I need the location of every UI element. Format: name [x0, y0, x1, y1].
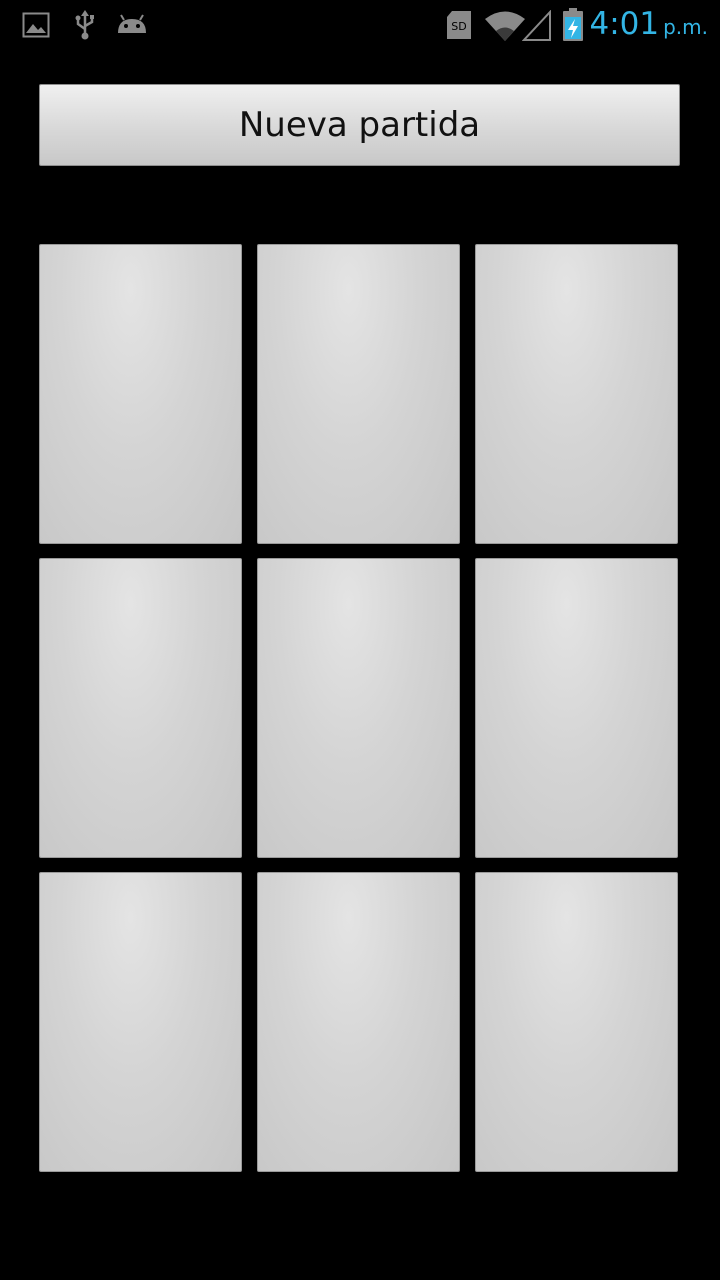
board-cell-7[interactable] — [257, 872, 460, 1172]
board-cell-6[interactable] — [39, 872, 242, 1172]
image-icon — [22, 12, 50, 38]
clock-time: 4:01 — [589, 6, 660, 42]
status-clock: 4:01 p.m. — [589, 6, 708, 42]
status-bar: SD 4:01 p.m. — [0, 0, 720, 50]
usb-icon — [75, 10, 94, 40]
board-cell-4[interactable] — [257, 558, 460, 858]
board-cell-2[interactable] — [475, 244, 678, 544]
wifi-icon — [485, 11, 525, 41]
board-cell-1[interactable] — [257, 244, 460, 544]
board-cell-5[interactable] — [475, 558, 678, 858]
board-cell-8[interactable] — [475, 872, 678, 1172]
tic-tac-toe-board — [39, 244, 679, 1172]
sd-card-icon: SD — [447, 11, 471, 39]
signal-icon — [522, 10, 551, 41]
clock-ampm: p.m. — [663, 15, 708, 39]
battery-charging-icon — [563, 8, 583, 41]
svg-text:SD: SD — [451, 20, 466, 33]
board-cell-3[interactable] — [39, 558, 242, 858]
board-cell-0[interactable] — [39, 244, 242, 544]
android-debug-icon — [118, 14, 146, 33]
new-game-button[interactable]: Nueva partida — [39, 84, 680, 166]
